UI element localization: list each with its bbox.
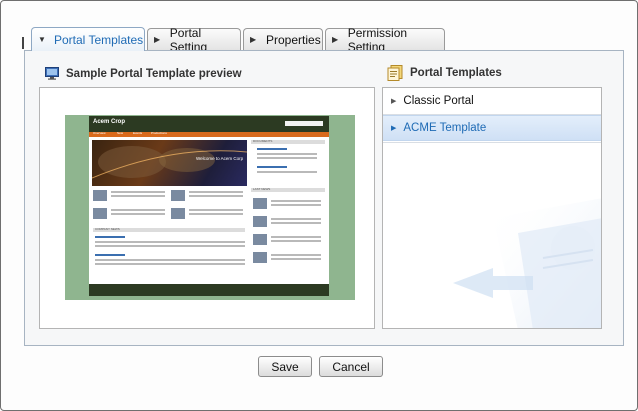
thumbnail-text-line — [257, 153, 317, 155]
chevron-right-icon: ▶ — [250, 35, 257, 44]
thumbnail-news-image — [253, 252, 267, 263]
tab-permission-setting[interactable]: ▶ Permission Setting — [325, 26, 445, 54]
thumbnail-company-bar: COMPANY NEWS — [93, 227, 245, 232]
list-divider — [383, 142, 601, 143]
thumbnail-documents-bar: DOCUMENTS — [251, 139, 325, 144]
templates-title: Portal Templates — [410, 67, 502, 79]
thumbnail-text-line — [271, 254, 321, 256]
thumbnail-text-line — [189, 191, 243, 193]
tab-properties[interactable]: ▶ Properties — [243, 28, 323, 50]
thumbnail-text-line — [271, 236, 321, 238]
chevron-down-icon: ▼ — [38, 35, 46, 44]
thumbnail-nav-item: Productions — [151, 131, 167, 135]
world-map-icon — [91, 146, 248, 179]
chevron-right-icon: ▶ — [391, 98, 397, 105]
thumbnail-text-line — [189, 209, 243, 211]
thumbnail-documents-heading: DOCUMENTS — [253, 139, 273, 143]
thumbnail-lastnews-heading: LAST NEWS — [253, 187, 271, 191]
list-item-label: ACME Template — [403, 122, 487, 134]
thumbnail-nav-item: New — [117, 131, 124, 135]
list-item-acme-template[interactable]: ▶ ACME Template — [383, 115, 601, 141]
thumbnail-text-line — [111, 195, 165, 197]
thumbnail-article-image — [93, 208, 107, 219]
thumbnail-site-name: Acem Crop — [93, 119, 126, 125]
thumbnail-text-line — [95, 245, 245, 247]
thumbnail-article-image — [171, 208, 185, 219]
tab-portal-setting[interactable]: ▶ Portal Setting — [147, 26, 241, 54]
chevron-right-icon: ▶ — [391, 125, 397, 132]
thumbnail-text-line — [111, 213, 165, 215]
thumbnail-text-line — [111, 209, 165, 211]
thumbnail-lastnews-bar: LAST NEWS — [251, 187, 325, 192]
thumbnail-nav: Overview New Events Productions — [89, 131, 329, 137]
thumbnail-company-heading: COMPANY NEWS — [95, 227, 120, 231]
cancel-button[interactable]: Cancel — [319, 356, 383, 377]
tab-label: Properties — [266, 32, 321, 47]
thumbnail-search-box — [285, 121, 323, 126]
preview-box: Acem Crop Overview New Events Production… — [39, 87, 375, 329]
thumbnail-doc-link — [257, 148, 287, 150]
monitor-icon — [45, 67, 59, 80]
chevron-right-icon: ▶ — [154, 35, 161, 44]
templates-list: ▶ Classic Portal ▶ ACME Template — [382, 87, 602, 329]
window-edge-marker — [22, 37, 24, 49]
tab-content-panel: Sample Portal Template preview Portal Te… — [24, 50, 624, 346]
thumbnail-text-line — [271, 200, 321, 202]
thumbnail-banner-text: Welcome to Acem Corp — [196, 156, 244, 161]
templates-heading: Portal Templates — [387, 65, 502, 81]
thumbnail-footer — [89, 284, 329, 296]
thumbnail-article-image — [171, 190, 185, 201]
thumbnail-text-line — [257, 171, 317, 173]
list-item-classic-portal[interactable]: ▶ Classic Portal — [383, 88, 601, 114]
thumbnail-text-line — [257, 157, 317, 159]
thumbnail-text-line — [271, 218, 321, 220]
thumbnail-article-link — [95, 254, 125, 256]
thumbnail-text-line — [271, 204, 321, 206]
thumbnail-text-line — [271, 240, 321, 242]
thumbnail-site: Acem Crop Overview New Events Production… — [89, 116, 329, 296]
template-thumbnail: Acem Crop Overview New Events Production… — [65, 115, 355, 300]
save-button[interactable]: Save — [258, 356, 312, 377]
thumbnail-text-line — [111, 191, 165, 193]
preview-heading: Sample Portal Template preview — [45, 67, 242, 80]
preview-title: Sample Portal Template preview — [66, 67, 242, 80]
thumbnail-text-line — [95, 241, 245, 243]
thumbnail-text-line — [271, 222, 321, 224]
thumbnail-article-link — [95, 236, 125, 238]
thumbnail-nav-item: Events — [133, 131, 143, 135]
thumbnail-nav-item: Overview — [93, 131, 106, 135]
thumbnail-header: Acem Crop — [89, 116, 329, 132]
thumbnail-article-image — [93, 190, 107, 201]
tab-portal-templates[interactable]: ▼ Portal Templates — [31, 27, 145, 51]
template-list-icon — [387, 65, 403, 81]
thumbnail-news-image — [253, 216, 267, 227]
thumbnail-doc-link — [257, 166, 287, 168]
thumbnail-text-line — [95, 259, 245, 261]
thumbnail-text-line — [189, 195, 243, 197]
thumbnail-text-line — [95, 263, 245, 265]
decorative-documents-icon — [453, 198, 601, 328]
thumbnail-text-line — [271, 258, 321, 260]
thumbnail-banner: Welcome to Acem Corp — [91, 140, 248, 186]
thumbnail-news-image — [253, 234, 267, 245]
tab-label: Portal Templates — [54, 32, 144, 47]
thumbnail-text-line — [189, 213, 243, 215]
chevron-right-icon: ▶ — [332, 35, 339, 44]
list-item-label: Classic Portal — [403, 95, 474, 107]
thumbnail-news-image — [253, 198, 267, 209]
